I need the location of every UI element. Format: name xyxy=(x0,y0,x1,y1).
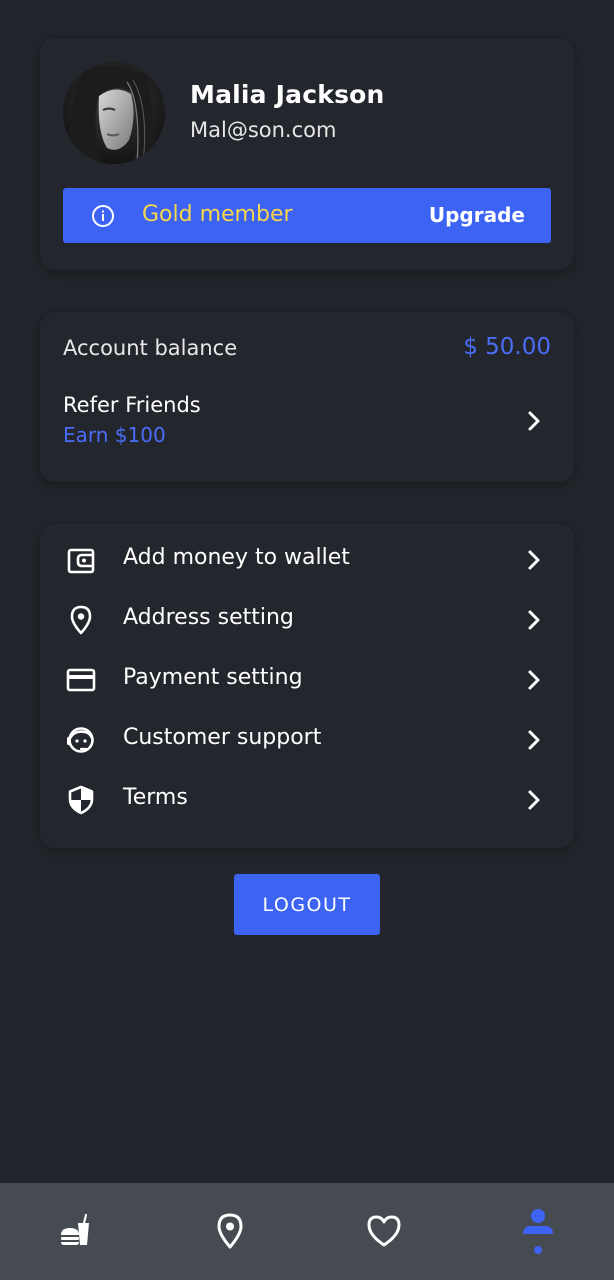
avatar[interactable] xyxy=(63,62,165,164)
upgrade-button[interactable]: Upgrade xyxy=(429,203,525,227)
profile-card: Malia Jackson Mal@son.com Gold member Up… xyxy=(40,38,574,270)
chevron-right-icon xyxy=(528,790,540,810)
chevron-right-icon xyxy=(528,670,540,690)
nav-item-favorites[interactable] xyxy=(334,1183,434,1280)
credit-card-icon xyxy=(66,668,96,692)
account-balance-label: Account balance xyxy=(63,336,238,360)
chevron-right-icon xyxy=(528,730,540,750)
refer-friends-item[interactable]: Refer Friends Earn $100 xyxy=(40,388,574,458)
settings-menu-card: Add money to wallet Address setting Paym… xyxy=(40,524,574,848)
membership-bar: Gold member Upgrade xyxy=(63,188,551,243)
nav-item-food[interactable] xyxy=(27,1183,127,1280)
menu-item-label: Add money to wallet xyxy=(123,545,350,570)
menu-item-label: Terms xyxy=(123,785,188,810)
bottom-navigation xyxy=(0,1183,614,1280)
chevron-right-icon xyxy=(528,411,540,431)
menu-item-add-money[interactable]: Add money to wallet xyxy=(40,532,574,582)
menu-item-payment-setting[interactable]: Payment setting xyxy=(40,652,574,702)
location-pin-icon xyxy=(217,1213,243,1249)
heart-icon xyxy=(367,1215,401,1247)
menu-item-label: Customer support xyxy=(123,725,322,750)
profile-email: Mal@son.com xyxy=(190,118,337,142)
nav-item-location[interactable] xyxy=(180,1183,280,1280)
balance-card: Account balance $ 50.00 Refer Friends Ea… xyxy=(40,312,574,482)
info-icon xyxy=(92,205,114,227)
logout-button[interactable]: LOGOUT xyxy=(234,874,380,935)
menu-item-label: Address setting xyxy=(123,605,294,630)
profile-name: Malia Jackson xyxy=(190,80,385,109)
chevron-right-icon xyxy=(528,610,540,630)
active-indicator-dot xyxy=(534,1246,542,1254)
menu-item-terms[interactable]: Terms xyxy=(40,772,574,822)
refer-friends-subtitle: Earn $100 xyxy=(63,423,166,447)
shield-icon xyxy=(68,785,94,815)
menu-item-customer-support[interactable]: Customer support xyxy=(40,712,574,762)
wallet-icon xyxy=(67,548,95,574)
account-balance-value: $ 50.00 xyxy=(463,334,551,360)
location-pin-icon xyxy=(70,605,92,635)
membership-label: Gold member xyxy=(142,202,293,227)
support-agent-icon xyxy=(67,727,94,753)
refer-friends-title: Refer Friends xyxy=(63,393,201,417)
food-drink-icon xyxy=(61,1213,89,1245)
chevron-right-icon xyxy=(528,550,540,570)
nav-item-profile[interactable] xyxy=(488,1183,588,1280)
menu-item-address-setting[interactable]: Address setting xyxy=(40,592,574,642)
menu-item-label: Payment setting xyxy=(123,665,303,690)
person-icon xyxy=(523,1209,553,1254)
avatar-image xyxy=(63,62,165,164)
